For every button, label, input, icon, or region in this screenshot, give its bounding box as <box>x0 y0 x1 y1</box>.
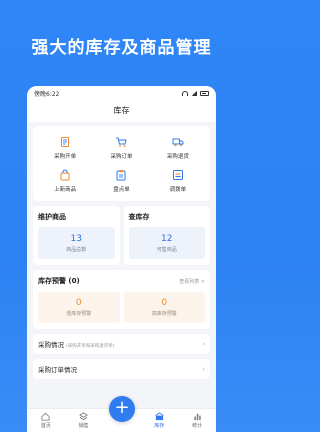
quick-action-transfer[interactable]: 调拨单 <box>150 169 206 193</box>
goods-total-value: 13 <box>70 233 82 244</box>
quick-action-stocktake[interactable]: 盘点单 <box>93 169 149 193</box>
stock-warning-section: 库存预警 (0) 查看列表 > 0 低库存预警 0 高库存预警 <box>33 270 210 329</box>
add-button[interactable]: + <box>109 396 135 422</box>
quick-action-purchase-order[interactable]: 采购开单 <box>37 136 93 160</box>
quick-action-purchase-orders[interactable]: 采购订单 <box>93 136 149 160</box>
shopping-bag-icon <box>60 169 70 181</box>
quick-action-label: 采购退货 <box>166 154 189 160</box>
purchase-status-title: 采购情况 <box>38 341 64 349</box>
quick-action-label: 盘点单 <box>113 187 130 193</box>
purchase-orders-text: 采购订单情况 <box>38 364 77 374</box>
low-stock-caption: 低库存预警 <box>66 311 92 317</box>
purchase-orders-title: 采购订单情况 <box>38 366 77 374</box>
tab-label: 统计 <box>192 423 203 429</box>
warehouse-icon <box>155 412 164 421</box>
stock-warning-header: 库存预警 (0) 查看列表 > <box>38 276 205 286</box>
purchase-status-row[interactable]: 采购情况 (采购开单和采购退货单) › <box>33 334 210 354</box>
tab-statistics[interactable]: 统计 <box>182 412 212 429</box>
quick-action-purchase-return[interactable]: 采购退货 <box>150 136 206 160</box>
tab-inventory[interactable]: 库存 <box>144 412 174 429</box>
check-stock-card[interactable]: 查库存 12 可售商品 <box>123 206 210 265</box>
card-title: 维护商品 <box>38 213 66 221</box>
transfer-icon <box>172 170 183 180</box>
sellable-goods-caption: 可售商品 <box>156 246 177 253</box>
cart-icon <box>116 137 128 147</box>
purchase-orders-row[interactable]: 采购订单情况 › <box>33 359 210 379</box>
low-stock-warning[interactable]: 0 低库存预警 <box>38 292 120 323</box>
high-stock-warning[interactable]: 0 高库存预警 <box>123 292 205 323</box>
quick-action-label: 采购开单 <box>54 154 77 160</box>
stock-warning-title: 库存预警 (0) <box>38 277 80 285</box>
promo-title: 强大的库存及商品管理 <box>31 38 212 58</box>
purchase-order-icon <box>61 137 70 147</box>
chevron-right-icon: › <box>202 365 205 373</box>
goods-cards-row: 维护商品 13 商品总数 查库存 12 可售商品 <box>33 206 210 265</box>
status-time: 傍晚6:22 <box>34 90 60 98</box>
chart-icon <box>193 413 201 421</box>
purchase-status-text: 采购情况 (采购开单和采购退货单) <box>38 339 115 349</box>
view-list-link[interactable]: 查看列表 > <box>179 278 205 285</box>
quick-actions-grid: 采购开单 采购订单 采购退货 上新商品 盘点单 调拨单 <box>33 126 210 201</box>
goods-total-caption: 商品总数 <box>66 246 87 253</box>
quick-action-label: 采购订单 <box>110 154 133 160</box>
quick-action-new-goods[interactable]: 上新商品 <box>37 169 93 193</box>
high-stock-caption: 高库存预警 <box>151 311 177 317</box>
chevron-right-icon: › <box>202 340 205 348</box>
tab-label: 库存 <box>154 423 165 429</box>
low-stock-value: 0 <box>75 298 82 308</box>
phone-screen: 傍晚6:22 库存 采购开单 采购订单 采购退货 上新商品 盘点单 调拨单 维护… <box>27 86 216 432</box>
status-icons <box>182 90 209 96</box>
wifi-icon <box>182 90 188 96</box>
tab-label: 首页 <box>40 423 51 429</box>
quick-action-label: 上新商品 <box>54 187 77 193</box>
sellable-goods-value: 12 <box>161 233 173 244</box>
signal-icon <box>191 90 197 96</box>
sellable-goods-box: 12 可售商品 <box>128 227 205 259</box>
quick-action-label: 调拨单 <box>169 187 187 193</box>
layers-icon <box>79 412 89 421</box>
high-stock-value: 0 <box>161 298 168 308</box>
goods-total-box: 13 商品总数 <box>38 227 115 259</box>
tab-label: 销售 <box>78 423 89 429</box>
stock-warning-row: 0 低库存预警 0 高库存预警 <box>38 292 205 323</box>
tab-sales[interactable]: 销售 <box>69 412 99 429</box>
clipboard-icon <box>116 170 126 181</box>
status-bar: 傍晚6:22 <box>27 86 216 100</box>
battery-icon <box>200 90 209 96</box>
maintain-goods-card[interactable]: 维护商品 13 商品总数 <box>33 206 120 265</box>
purchase-status-subtitle: (采购开单和采购退货单) <box>66 344 115 349</box>
page-title: 库存 <box>27 100 216 122</box>
home-icon <box>41 412 50 421</box>
truck-icon <box>172 138 184 147</box>
card-title: 查库存 <box>128 213 150 221</box>
tab-home[interactable]: 首页 <box>31 412 61 429</box>
